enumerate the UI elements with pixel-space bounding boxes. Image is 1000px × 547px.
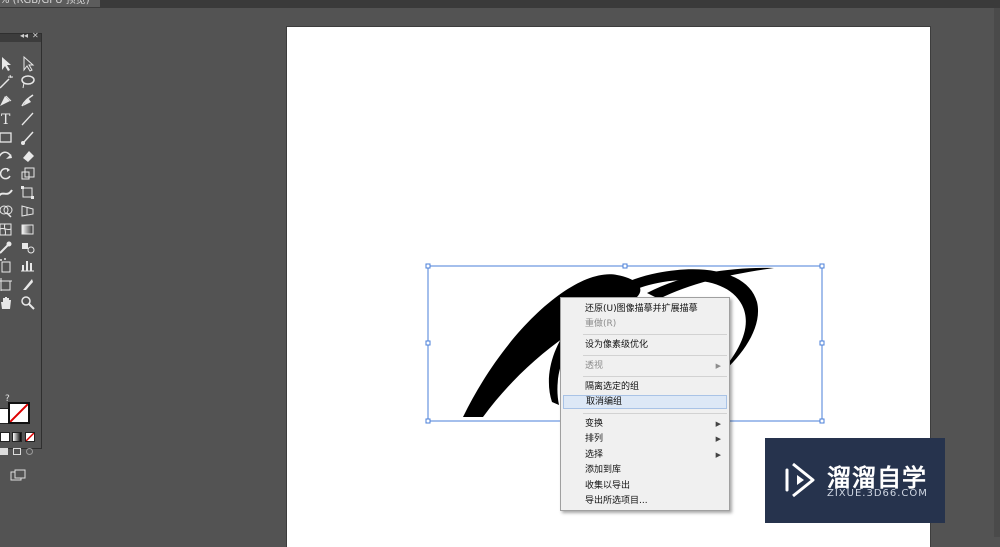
menu-item[interactable]: 添加到库 xyxy=(563,463,727,477)
menu-item-label: 排列 xyxy=(585,434,604,444)
menu-item[interactable]: 还原(U)图像描摹并扩展描摹 xyxy=(563,302,727,316)
close-panel-icon[interactable]: ✕ xyxy=(32,31,39,40)
tool-row xyxy=(0,73,42,90)
right-panel-edge xyxy=(994,8,1000,537)
application-bar xyxy=(0,0,1000,8)
menu-item[interactable]: 排列 ▶ xyxy=(563,432,727,446)
context-menu: 还原(U)图像描摹并扩展描摹 重做(R) 设为像素级优化 透视 ▶ 隔离选定的组 取消编组变… xyxy=(560,297,730,511)
menu-item-label: 添加到库 xyxy=(585,465,622,475)
tool-row xyxy=(0,202,42,219)
color-mode-buttons xyxy=(0,432,40,442)
tool-row xyxy=(0,239,42,256)
watermark-subtitle: ZIXUE.3D66.COM xyxy=(827,488,928,499)
column-graph-tool-icon[interactable] xyxy=(19,257,36,274)
svg-text:T: T xyxy=(1,112,11,127)
lasso-tool-icon[interactable] xyxy=(19,73,36,90)
direct-selection-tool-icon[interactable] xyxy=(19,55,36,72)
shaper-tool-icon[interactable] xyxy=(0,147,14,164)
type-tool-icon[interactable]: T xyxy=(0,110,14,127)
menu-item-label: 重做(R) xyxy=(585,319,617,329)
eyedropper-tool-icon[interactable] xyxy=(0,239,14,256)
menu-separator xyxy=(583,376,727,377)
tool-row xyxy=(0,294,42,311)
pen-tool-icon[interactable] xyxy=(0,92,14,109)
tool-row xyxy=(0,55,42,72)
color-button[interactable] xyxy=(0,432,10,442)
change-screen-mode-icon[interactable] xyxy=(10,466,26,481)
menu-item[interactable]: 选择 ▶ xyxy=(563,448,727,462)
none-button[interactable] xyxy=(25,432,35,442)
tool-row xyxy=(0,165,42,182)
menu-separator xyxy=(583,413,727,414)
gradient-tool-icon[interactable] xyxy=(19,221,36,238)
rotate-tool-icon[interactable] xyxy=(0,165,14,182)
slice-tool-icon[interactable] xyxy=(19,276,36,293)
tool-row xyxy=(0,257,42,274)
menu-item-label: 设为像素级优化 xyxy=(585,340,649,350)
gradient-button[interactable] xyxy=(12,432,22,442)
fill-stroke-widget[interactable]: ? xyxy=(0,394,40,430)
free-transform-tool-icon[interactable] xyxy=(19,184,36,201)
draw-normal-icon[interactable] xyxy=(0,448,8,455)
draw-behind-icon[interactable] xyxy=(13,448,21,455)
draw-mode-buttons xyxy=(0,447,40,457)
collapse-panel-icon[interactable]: ◂◂ xyxy=(20,31,28,40)
tools-panel: ◂◂ ✕ T ? xyxy=(0,31,42,481)
menu-item-label: 还原(U)图像描摹并扩展描摹 xyxy=(585,304,698,314)
menu-item-label: 取消编组 xyxy=(586,397,623,407)
submenu-arrow-icon: ▶ xyxy=(715,435,721,443)
perspective-grid-tool-icon[interactable] xyxy=(19,202,36,219)
menu-item[interactable]: 重做(R) xyxy=(563,317,727,331)
submenu-arrow-icon: ▶ xyxy=(715,362,721,370)
menu-item[interactable]: 透视 ▶ xyxy=(563,359,727,373)
menu-separator xyxy=(583,355,727,356)
menu-separator xyxy=(583,334,727,335)
menu-item[interactable]: 设为像素级优化 xyxy=(563,338,727,352)
play-logo-icon xyxy=(785,462,815,498)
draw-inside-icon[interactable] xyxy=(26,448,33,455)
width-tool-icon[interactable] xyxy=(0,184,14,201)
menu-item-label: 隔离选定的组 xyxy=(585,382,640,392)
menu-item[interactable]: 收集以导出 xyxy=(563,479,727,493)
menu-item[interactable]: 导出所选项目... xyxy=(563,494,727,508)
line-segment-tool-icon[interactable] xyxy=(19,110,36,127)
menu-item[interactable]: 取消编组 xyxy=(563,395,727,409)
submenu-arrow-icon: ▶ xyxy=(715,451,721,459)
symbol-sprayer-tool-icon[interactable] xyxy=(0,257,14,274)
watermark-logo: 溜溜自学 ZIXUE.3D66.COM xyxy=(765,438,945,523)
shape-builder-tool-icon[interactable] xyxy=(0,202,14,219)
rectangle-tool-icon[interactable] xyxy=(0,129,14,146)
mesh-tool-icon[interactable] xyxy=(0,221,14,238)
menu-item-label: 收集以导出 xyxy=(585,481,631,491)
menu-item[interactable]: 隔离选定的组 xyxy=(563,380,727,394)
tool-row xyxy=(0,276,42,293)
selection-tool-icon[interactable] xyxy=(0,55,14,72)
menu-item-label: 导出所选项目... xyxy=(585,496,648,506)
tool-row xyxy=(0,147,42,164)
tool-row xyxy=(0,221,42,238)
blend-tool-icon[interactable] xyxy=(19,239,36,256)
tool-row xyxy=(0,184,42,201)
menu-item[interactable]: 变换 ▶ xyxy=(563,417,727,431)
scale-tool-icon[interactable] xyxy=(19,165,36,182)
hand-tool-icon[interactable] xyxy=(0,294,14,311)
curvature-tool-icon[interactable] xyxy=(19,92,36,109)
submenu-arrow-icon: ▶ xyxy=(715,420,721,428)
magic-wand-tool-icon[interactable] xyxy=(0,73,14,90)
tool-row xyxy=(0,92,42,109)
paintbrush-tool-icon[interactable] xyxy=(19,129,36,146)
tools-panel-header[interactable]: ◂◂ ✕ xyxy=(0,31,41,42)
menu-item-label: 透视 xyxy=(585,361,604,371)
tool-row xyxy=(0,129,42,146)
zoom-tool-icon[interactable] xyxy=(19,294,36,311)
menu-item-label: 变换 xyxy=(585,419,604,429)
menu-item-label: 选择 xyxy=(585,450,604,460)
tool-row: T xyxy=(0,110,42,127)
stroke-swatch[interactable] xyxy=(8,402,30,424)
document-tab[interactable]: % (RGB/GPU 预览) xyxy=(0,0,100,7)
eraser-tool-icon[interactable] xyxy=(19,147,36,164)
artboard-tool-icon[interactable] xyxy=(0,276,14,293)
